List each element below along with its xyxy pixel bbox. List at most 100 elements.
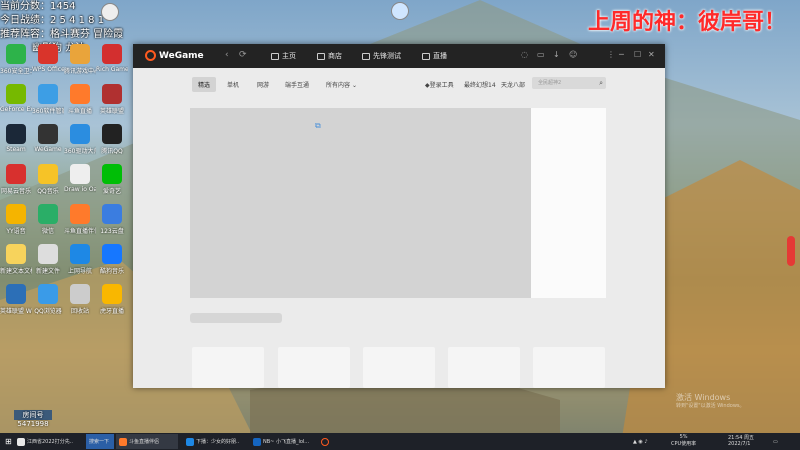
wegame-icon xyxy=(321,437,329,446)
desktop-icon[interactable]: 虎牙直播 xyxy=(96,284,128,315)
wegame-logo[interactable]: WeGame xyxy=(145,50,204,61)
taskbar-item[interactable]: 斗鱼直播伴侣 xyxy=(116,434,178,449)
tray-icons[interactable]: ▲ ◉ ♪ xyxy=(630,434,651,449)
desktop-icon-label: 腾讯QQ xyxy=(101,148,123,155)
link-ff14[interactable]: 最终幻想14 xyxy=(464,80,496,89)
desktop-icon[interactable]: YY语音 xyxy=(0,204,32,235)
desktop-icon-label: Draw io Oasis xyxy=(64,186,96,193)
search-input[interactable]: 全民超神2 ⌕ xyxy=(532,77,606,89)
start-button[interactable]: ⊞ xyxy=(2,434,15,449)
tab-online[interactable]: 网游 xyxy=(251,77,275,92)
desktop-icon[interactable]: 123云盘 xyxy=(96,204,128,235)
nav-home[interactable]: 主页 xyxy=(271,51,296,61)
app-icon xyxy=(70,204,90,224)
app-icon xyxy=(70,84,90,104)
app-icon xyxy=(38,244,58,264)
maximize-button[interactable]: ☐ xyxy=(634,50,641,59)
taskbar-item[interactable]: 江西省2022打分先.. xyxy=(14,434,84,449)
desktop-icon[interactable]: Steam xyxy=(0,124,32,153)
wegame-taskbar-icon[interactable] xyxy=(318,434,332,449)
tab-cross-platform[interactable]: 端手互通 xyxy=(279,77,315,92)
folder-icon[interactable]: ▭ xyxy=(537,50,545,59)
desktop-icon[interactable]: Draw io Oasis xyxy=(64,164,96,193)
notification-icon[interactable]: ▭ xyxy=(770,434,781,449)
banner-placeholder[interactable] xyxy=(190,108,531,298)
desktop-icon-label: 斗鱼直播伴侣 xyxy=(64,228,96,235)
desktop-icon[interactable]: 腾讯游戏中心 xyxy=(64,44,96,75)
nav-pioneer-test[interactable]: 先锋测试 xyxy=(362,51,401,61)
game-card-placeholder[interactable] xyxy=(278,347,350,388)
app-icon xyxy=(70,244,90,264)
desktop-icon[interactable]: 斗鱼直播伴侣 xyxy=(64,204,96,235)
tab-all-content-label: 所有内容 xyxy=(326,82,351,89)
close-button[interactable]: ✕ xyxy=(648,50,655,59)
banner-side-panel xyxy=(531,108,606,298)
taskbar-item[interactable]: NB~ 小飞直播_lol... xyxy=(250,434,314,449)
nav-store[interactable]: 商店 xyxy=(317,51,342,61)
desktop-icon[interactable]: 360安全卫士 xyxy=(0,44,32,75)
refresh-button[interactable]: ⟳ xyxy=(239,50,247,60)
desktop-icon[interactable]: 英雄联盟 WeGame版 xyxy=(0,284,32,315)
live-icon xyxy=(253,437,261,446)
desktop-icon-label: Steam xyxy=(6,146,26,153)
desktop-icon[interactable]: WPS Office xyxy=(32,44,64,73)
desktop-icon-label: 微信 xyxy=(41,228,54,235)
user-icon[interactable]: ☺ xyxy=(569,50,577,59)
nav-live-label: 直播 xyxy=(433,52,447,60)
clock[interactable]: 21:54 周五 2022/7/1 xyxy=(725,434,757,449)
desktop-icon[interactable]: 微信 xyxy=(32,204,64,235)
desktop-icon[interactable]: 腾讯QQ xyxy=(96,124,128,155)
search-icon[interactable]: ⌕ xyxy=(599,77,603,89)
desktop-icon[interactable]: 回收站 xyxy=(64,284,96,315)
desktop-icon[interactable]: 新建文本文档 xyxy=(0,244,32,275)
minimize-button[interactable]: ─ xyxy=(619,50,624,59)
download-icon[interactable]: ↓ xyxy=(553,50,560,59)
desktop-icon[interactable]: 360驱动大师 xyxy=(64,124,96,155)
desktop-icon[interactable]: 360软件管家 xyxy=(32,84,64,115)
back-button[interactable]: ‹ xyxy=(225,50,229,60)
desktop-icon[interactable]: WeGame xyxy=(32,124,64,153)
game-card-placeholder[interactable] xyxy=(533,347,605,388)
taskbar: ⊞ 江西省2022打分先.. 搜索一下 斗鱼直播伴侣 下播：少女的好朋.. NB… xyxy=(0,433,800,450)
game-card-placeholder[interactable] xyxy=(192,347,264,388)
app-icon xyxy=(70,44,90,64)
desktop-icon[interactable]: Rich Game xyxy=(96,44,128,73)
desktop-icon-label: 英雄联盟 WeGame版 xyxy=(0,308,32,315)
desktop-icon[interactable]: QQ浏览器 xyxy=(32,284,64,315)
shield-icon[interactable]: ◌ xyxy=(521,50,528,59)
desktop-icon-label: 360软件管家 xyxy=(32,108,64,115)
tab-all-content[interactable]: 所有内容 ⌄ xyxy=(320,77,363,92)
taskbar-item[interactable]: 下播：少女的好朋.. xyxy=(183,434,247,449)
nav-live[interactable]: 直播 xyxy=(422,51,447,61)
link-login-tool[interactable]: ◆登录工具 xyxy=(425,80,454,89)
desktop-icon[interactable]: 爱奇艺 xyxy=(96,164,128,195)
tab-featured[interactable]: 精选 xyxy=(192,77,217,92)
desktop-icon[interactable]: 斗鱼直播 xyxy=(64,84,96,115)
game-card-placeholder[interactable] xyxy=(363,347,435,388)
desktop-icon-label: 上网导航 xyxy=(67,268,92,275)
desktop-icon-label: 腾讯游戏中心 xyxy=(64,68,96,75)
desktop-icon[interactable]: 网易云音乐 xyxy=(0,164,32,195)
streamer-avatar xyxy=(101,3,119,21)
desktop-icon[interactable]: 上网导航 xyxy=(64,244,96,275)
link-tianlong[interactable]: 天龙八部 xyxy=(501,80,525,89)
search-placeholder: 全民超神2 xyxy=(538,80,562,86)
game-card-placeholder[interactable] xyxy=(448,347,520,388)
side-red-tab[interactable] xyxy=(787,236,795,266)
desktop-icon-label: 123云盘 xyxy=(100,228,124,235)
desktop-icon[interactable]: GeForce Experience xyxy=(0,84,32,113)
tab-single-player[interactable]: 单机 xyxy=(221,77,245,92)
menu-button[interactable]: ⋮ xyxy=(607,50,615,59)
desktop-icon[interactable]: QQ音乐 xyxy=(32,164,64,195)
room-number: 5471998 xyxy=(17,420,49,428)
cpu-indicator[interactable]: 5% CPU使用率 xyxy=(668,434,699,449)
app-icon xyxy=(70,124,90,144)
douyu-icon xyxy=(119,437,127,446)
desktop-icon[interactable]: 新建文件 xyxy=(32,244,64,275)
app-icon xyxy=(6,124,26,144)
desktop-icon[interactable]: 酷狗音乐 xyxy=(96,244,128,275)
desktop-icon[interactable]: 英雄联盟 xyxy=(96,84,128,115)
taskbar-search[interactable]: 搜索一下 xyxy=(86,434,114,449)
app-icon xyxy=(38,84,58,104)
app-icon xyxy=(102,84,122,104)
